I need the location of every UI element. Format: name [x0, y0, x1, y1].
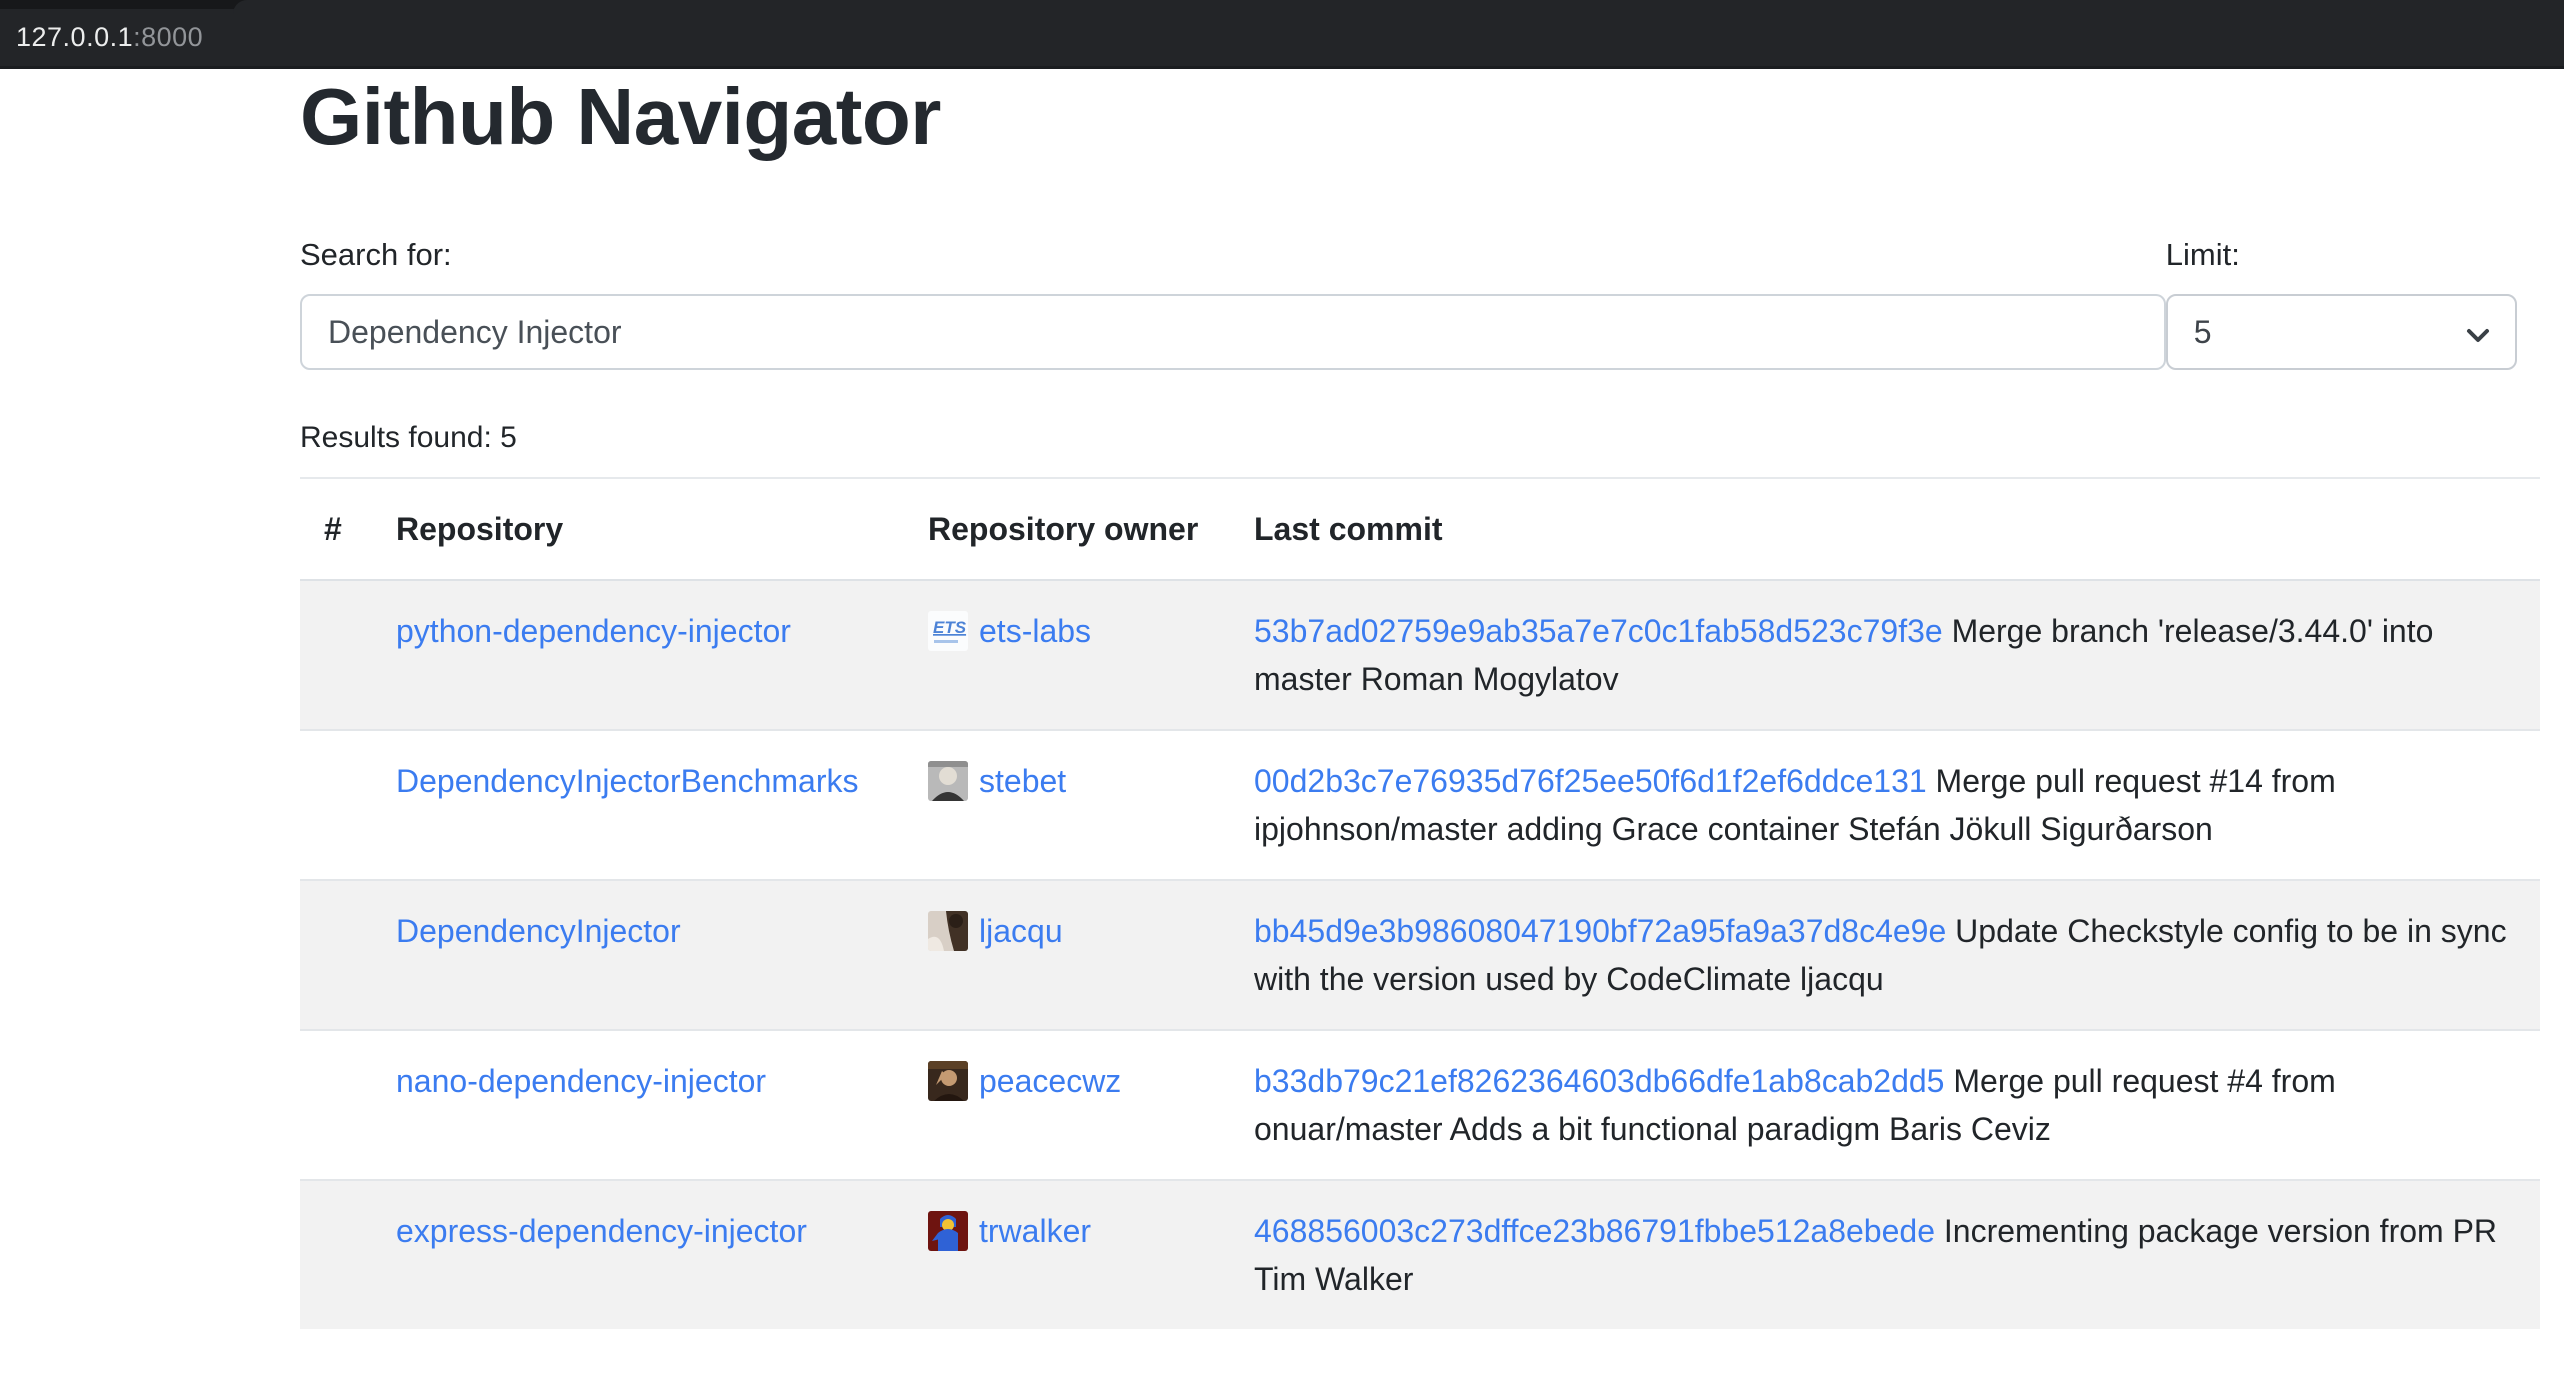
- content-container: Github Navigator Search for: Limit: 5 Re…: [300, 69, 2540, 1329]
- browser-tab-corner: [233, 0, 2564, 15]
- svg-text:ETS: ETS: [933, 618, 967, 637]
- row-index-cell: [300, 580, 372, 730]
- limit-field-group: Limit: 5: [2166, 232, 2517, 370]
- repo-link[interactable]: express-dependency-injector: [396, 1213, 807, 1249]
- commit-hash-link[interactable]: 53b7ad02759e9ab35a7e7c0c1fab58d523c79f3e: [1254, 613, 1943, 649]
- page-title: Github Navigator: [300, 69, 2540, 165]
- search-input[interactable]: [300, 294, 2166, 370]
- repo-link[interactable]: python-dependency-injector: [396, 613, 791, 649]
- row-index-cell: [300, 880, 372, 1030]
- avatar-stebet-photo: [928, 761, 968, 801]
- limit-select[interactable]: 5: [2166, 294, 2517, 370]
- repo-link[interactable]: DependencyInjector: [396, 913, 681, 949]
- repo-link[interactable]: nano-dependency-injector: [396, 1063, 766, 1099]
- page-body: Github Navigator Search for: Limit: 5 Re…: [0, 69, 2564, 1329]
- search-label: Search for:: [300, 232, 2166, 278]
- column-header-owner: Repository owner: [904, 478, 1230, 580]
- chevron-down-icon: [2463, 320, 2493, 350]
- browser-address-bar: 127.0.0.1:8000: [0, 0, 2564, 69]
- url-text[interactable]: 127.0.0.1:8000: [16, 21, 203, 53]
- limit-label: Limit:: [2166, 232, 2517, 278]
- results-summary: Results found: 5: [300, 415, 2540, 461]
- table-row: DependencyInjector ljacqu: [300, 880, 2540, 1030]
- avatar-ets-labs-logo: ETS: [928, 611, 968, 651]
- repo-link[interactable]: DependencyInjectorBenchmarks: [396, 763, 858, 799]
- avatar-trwalker-photo: [928, 1211, 968, 1251]
- column-header-last-commit: Last commit: [1230, 478, 2540, 580]
- commit-hash-link[interactable]: 00d2b3c7e76935d76f25ee50f6d1f2ef6ddce131: [1254, 763, 1927, 799]
- table-row: express-dependency-injector trwalker: [300, 1180, 2540, 1329]
- table-row: nano-dependency-injector peacecwz: [300, 1030, 2540, 1180]
- table-header-row: # Repository Repository owner Last commi…: [300, 478, 2540, 580]
- column-header-repository: Repository: [372, 478, 904, 580]
- owner-link[interactable]: ets-labs: [979, 607, 1091, 655]
- url-host: 127.0.0.1: [16, 22, 133, 52]
- limit-select-value: 5: [2194, 314, 2212, 351]
- owner-link[interactable]: stebet: [979, 757, 1066, 805]
- results-table: # Repository Repository owner Last commi…: [300, 477, 2540, 1329]
- column-header-index: #: [300, 478, 372, 580]
- commit-hash-link[interactable]: 468856003c273dffce23b86791fbbe512a8ebede: [1254, 1213, 1935, 1249]
- commit-hash-link[interactable]: bb45d9e3b98608047190bf72a95fa9a37d8c4e9e: [1254, 913, 1946, 949]
- row-index-cell: [300, 730, 372, 880]
- avatar-peacecwz-photo: [928, 1061, 968, 1101]
- avatar-ljacqu-photo: [928, 911, 968, 951]
- search-field-group: Search for:: [300, 232, 2166, 370]
- table-row: DependencyInjectorBenchmarks stebet: [300, 730, 2540, 880]
- owner-link[interactable]: trwalker: [979, 1207, 1091, 1255]
- owner-link[interactable]: ljacqu: [979, 907, 1063, 955]
- row-index-cell: [300, 1030, 372, 1180]
- url-port: :8000: [133, 22, 203, 52]
- table-row: python-dependency-injector ETS ets-labs: [300, 580, 2540, 730]
- owner-link[interactable]: peacecwz: [979, 1057, 1121, 1105]
- commit-hash-link[interactable]: b33db79c21ef8262364603db66dfe1ab8cab2dd5: [1254, 1063, 1944, 1099]
- row-index-cell: [300, 1180, 372, 1329]
- search-form: Search for: Limit: 5: [300, 232, 2540, 370]
